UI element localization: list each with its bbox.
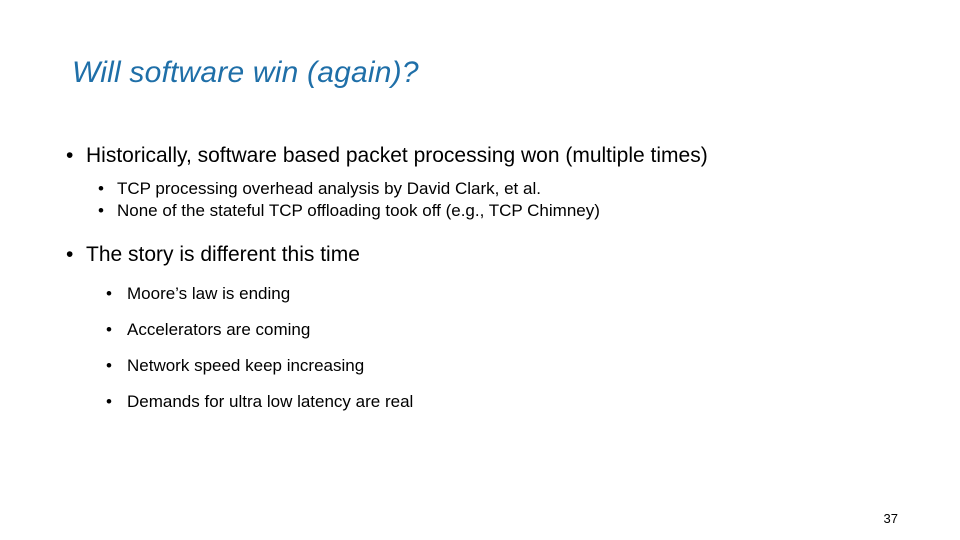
bullet-level2-accelerators: • Accelerators are coming (106, 319, 906, 341)
bullet-marker-icon: • (98, 179, 104, 199)
bullet-level2-text: Moore’s law is ending (127, 283, 291, 303)
bullet-level1-historically: • Historically, software based packet pr… (66, 142, 906, 169)
bullet-level2-tcp-overhead: • TCP processing overhead analysis by Da… (98, 178, 906, 200)
bullet-marker-icon: • (106, 392, 112, 412)
bullet-marker-icon: • (66, 243, 74, 267)
slide-body: • Historically, software based packet pr… (66, 142, 906, 413)
bullet-level2-text: Network speed keep increasing (127, 355, 365, 375)
bullet-level1-text: Historically, software based packet proc… (86, 144, 708, 167)
bullet-level2-text: Accelerators are coming (127, 319, 311, 339)
bullet-level2-low-latency: • Demands for ultra low latency are real (106, 391, 906, 413)
sub-bullet-group-two: • Moore’s law is ending • Accelerators a… (66, 283, 906, 413)
bullet-marker-icon: • (106, 355, 112, 375)
bullet-marker-icon: • (106, 319, 112, 339)
bullet-level2-moores-law: • Moore’s law is ending (106, 283, 906, 305)
bullet-level2-text: TCP processing overhead analysis by Davi… (117, 179, 541, 199)
sub-bullet-group-one: • TCP processing overhead analysis by Da… (66, 178, 906, 222)
bullet-level2-text: None of the stateful TCP offloading took… (117, 201, 600, 221)
page-number: 37 (883, 511, 898, 526)
bullet-level2-network-speed: • Network speed keep increasing (106, 355, 906, 377)
bullet-level1-story-different: • The story is different this time (66, 241, 906, 268)
bullet-marker-icon: • (98, 201, 104, 221)
bullet-marker-icon: • (66, 144, 74, 167)
bullet-level2-tcp-offloading: • None of the stateful TCP offloading to… (98, 200, 906, 222)
slide-canvas: Will software win (again)? • Historicall… (0, 0, 960, 540)
bullet-marker-icon: • (106, 283, 112, 303)
bullet-level2-text: Demands for ultra low latency are real (127, 392, 414, 412)
bullet-level1-text: The story is different this time (86, 243, 360, 267)
page-title: Will software win (again)? (72, 56, 419, 89)
